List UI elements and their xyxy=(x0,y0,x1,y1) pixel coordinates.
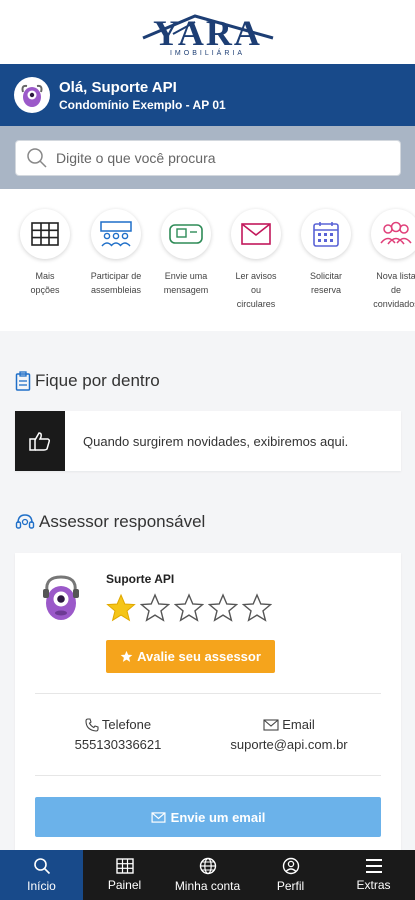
search-icon xyxy=(33,858,50,875)
star-icon xyxy=(120,650,133,662)
star-empty-icon[interactable] xyxy=(208,593,238,623)
grid-icon xyxy=(20,209,70,259)
clipboard-icon xyxy=(15,371,31,391)
divider xyxy=(35,775,381,776)
assembly-icon xyxy=(91,209,141,259)
star-filled-icon[interactable] xyxy=(106,593,136,623)
nav-panel[interactable]: Painel xyxy=(83,850,166,900)
advisor-section-title: Assessor responsável xyxy=(15,512,205,532)
section-title-text: Assessor responsável xyxy=(39,512,206,531)
nav-label: Extras xyxy=(356,878,391,892)
nav-extras[interactable]: Extras xyxy=(332,850,415,900)
shortcut-notices[interactable]: Ler avisos ou circulares xyxy=(219,209,293,311)
star-empty-icon[interactable] xyxy=(140,593,170,623)
headset-icon xyxy=(15,514,35,529)
rate-advisor-button[interactable]: Avalie seu assessor xyxy=(106,640,275,673)
app-logo: YARA IMOBILIÁRIA xyxy=(133,4,283,60)
search-input[interactable] xyxy=(56,150,376,166)
bottom-navigation: Início Painel Minha conta Perfil Extras xyxy=(0,850,415,900)
guests-icon xyxy=(371,209,415,259)
send-email-button[interactable]: Envie um email xyxy=(35,797,381,837)
thumbs-up-icon xyxy=(15,411,65,471)
globe-icon xyxy=(199,857,216,875)
advisor-rating[interactable] xyxy=(106,593,276,623)
news-section-title: Fique por dentro xyxy=(15,371,160,391)
section-title-text: Fique por dentro xyxy=(35,371,160,390)
email-contact[interactable]: Email suporte@api.com.br xyxy=(209,715,369,755)
shortcut-label: Solicitar reserva xyxy=(309,271,342,295)
advisor-card: Suporte API Avalie seu assessor Telefone… xyxy=(15,553,401,850)
divider xyxy=(35,693,381,694)
send-email-label: Envie um email xyxy=(170,809,266,825)
nav-label: Perfil xyxy=(276,879,305,893)
phone-number: 555130336621 xyxy=(74,737,162,752)
monster-avatar-icon[interactable] xyxy=(14,77,50,113)
search-area xyxy=(0,126,415,189)
shortcuts-carousel[interactable]: Mais opções Participar de assembleias En… xyxy=(0,189,415,331)
condo-name[interactable]: Condomínio Exemplo - AP 01 xyxy=(59,97,226,113)
phone-label: Telefone xyxy=(101,717,152,732)
shortcut-reservation[interactable]: Solicitar reserva xyxy=(289,209,363,297)
envelope-icon xyxy=(263,719,279,731)
nav-profile[interactable]: Perfil xyxy=(249,850,332,900)
shortcut-label: Nova lista de convidados xyxy=(373,271,415,309)
greeting-text: Olá, Suporte API xyxy=(59,78,177,96)
advisor-name: Suporte API xyxy=(106,572,175,586)
message-icon xyxy=(161,209,211,259)
calendar-icon xyxy=(301,209,351,259)
shortcut-label: Ler avisos ou circulares xyxy=(235,271,277,309)
news-empty-card: Quando surgirem novidades, exibiremos aq… xyxy=(15,411,401,471)
phone-icon xyxy=(85,718,99,732)
monster-avatar-icon xyxy=(35,573,87,625)
email-address: suporte@api.com.br xyxy=(230,737,348,752)
search-icon xyxy=(27,148,47,168)
panel-icon xyxy=(115,858,134,874)
logo-subtitle: IMOBILIÁRIA xyxy=(169,50,245,57)
nav-my-account[interactable]: Minha conta xyxy=(166,850,249,900)
user-icon xyxy=(282,857,299,875)
shortcut-label: Envie uma mensagem xyxy=(163,271,209,295)
user-header: Olá, Suporte API Condomínio Exemplo - AP… xyxy=(0,64,415,126)
star-empty-icon[interactable] xyxy=(174,593,204,623)
rate-button-label: Avalie seu assessor xyxy=(137,649,261,664)
search-box[interactable] xyxy=(15,140,401,176)
nav-label: Início xyxy=(27,879,56,893)
nav-label: Painel xyxy=(107,878,142,892)
logo-wordmark: YARA xyxy=(153,13,262,53)
envelope-icon xyxy=(151,811,166,823)
envelope-icon xyxy=(231,209,281,259)
nav-label: Minha conta xyxy=(174,879,241,893)
email-label: Email xyxy=(282,717,315,732)
shortcut-send-message[interactable]: Envie uma mensagem xyxy=(149,209,223,297)
news-empty-text: Quando surgirem novidades, exibiremos aq… xyxy=(83,433,349,449)
menu-icon xyxy=(365,859,382,873)
shortcut-label: Participar de assembleias xyxy=(90,271,142,295)
shortcut-assemblies[interactable]: Participar de assembleias xyxy=(79,209,153,297)
shortcut-more-options[interactable]: Mais opções xyxy=(8,209,82,297)
shortcut-label: Mais opções xyxy=(30,271,60,295)
phone-contact[interactable]: Telefone 555130336621 xyxy=(38,715,198,755)
app-logo-bar: YARA IMOBILIÁRIA xyxy=(0,0,415,64)
nav-home[interactable]: Início xyxy=(0,850,83,900)
star-empty-icon[interactable] xyxy=(242,593,272,623)
shortcut-guest-list[interactable]: Nova lista de convidados xyxy=(359,209,415,311)
